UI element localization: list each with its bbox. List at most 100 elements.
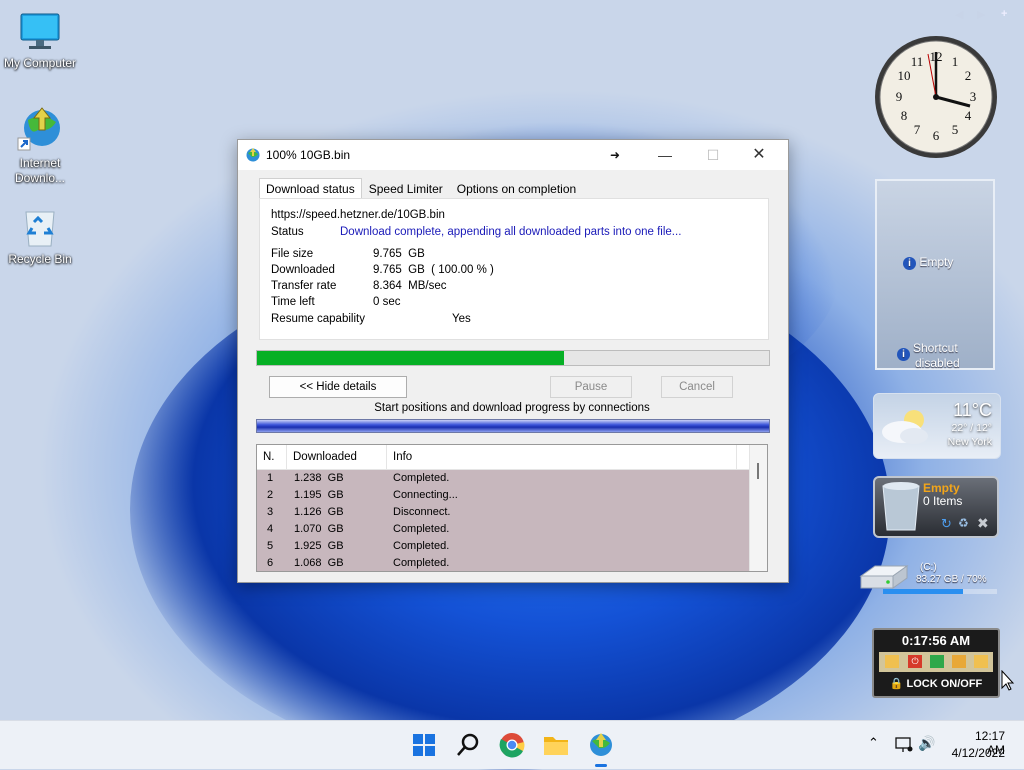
table-row[interactable]: 4 1.070 GB Completed. (257, 521, 749, 538)
column-header-info[interactable]: Info (387, 445, 737, 469)
drive-gadget[interactable]: (C:) 83.27 GB / 70% (857, 558, 1009, 598)
weather-gadget[interactable]: 11°C 22° / 12° New York (873, 393, 1001, 459)
row-downloaded: 1.068 GB (294, 557, 344, 569)
clock-gadget[interactable]: 12 1 2 3 4 5 6 7 8 9 10 11 (873, 34, 999, 160)
shortcut-label: Shortcut (913, 341, 958, 355)
connections-caption: Start positions and download progress by… (374, 402, 650, 414)
status-value: Download complete, appending all downloa… (340, 226, 682, 238)
key-icon[interactable] (952, 655, 966, 668)
weather-range: 22° / 12° (951, 422, 992, 434)
empty-info: i Empty (903, 255, 953, 270)
recycle-icon[interactable]: ♻ (958, 516, 969, 530)
lock-button-strip: ⏻ (879, 652, 993, 672)
drive-usage: 83.27 GB / 70% (916, 574, 987, 585)
recycle-bin-gadget[interactable]: Empty 0 Items ↻ ♻ ✖ (873, 476, 999, 538)
window-icon[interactable] (974, 655, 988, 668)
show-hidden-icons-chevron-icon[interactable]: ⌃ (868, 735, 879, 751)
row-downloaded: 1.925 GB (294, 540, 344, 552)
empty-bin-icon[interactable]: ✖ (977, 515, 989, 532)
folder-icon[interactable] (885, 655, 899, 668)
table-header: N. Downloaded Info (257, 445, 767, 470)
trash-bin-icon (882, 482, 920, 531)
table-row[interactable]: 2 1.195 GB Connecting... (257, 487, 749, 504)
connections-table: N. Downloaded Info 1 1.238 GB Completed. 2 1… (256, 444, 768, 572)
clock-date[interactable]: 4/12/2022 (945, 746, 1005, 760)
scrollbar-thumb[interactable] (757, 463, 759, 479)
search-icon[interactable] (453, 730, 483, 760)
file-explorer-icon[interactable] (541, 730, 571, 760)
power-icon[interactable]: ⏻ (908, 655, 922, 668)
clock-numeral: 4 (965, 108, 972, 123)
add-gadget-icon[interactable]: + (1001, 8, 1007, 20)
slideshow-gadget[interactable]: i Empty i Shortcut disabled (875, 179, 995, 370)
weather-city: New York (947, 436, 992, 448)
clock-numeral: 7 (914, 122, 921, 137)
lock-gadget[interactable]: 0:17:56 AM ⏻ 🔒 LOCK ON/OFF (872, 628, 1000, 698)
maximize-button[interactable]: ☐ (690, 140, 736, 170)
recycle-gadget-items: 0 Items (923, 494, 963, 508)
time-left-value: 0 sec (373, 296, 401, 308)
table-scrollbar[interactable] (749, 445, 767, 571)
row-info: Connecting... (393, 489, 458, 501)
desktop-icon-label: Internet (19, 156, 61, 170)
hide-details-button[interactable]: << Hide details (269, 376, 407, 398)
chrome-icon[interactable] (497, 730, 527, 760)
table-row[interactable]: 5 1.925 GB Completed. (257, 538, 749, 555)
refresh-icon[interactable]: ↻ (941, 516, 952, 532)
settings-icon[interactable] (930, 655, 944, 668)
cloudy-icon (882, 410, 928, 444)
time-left-label: Time left (271, 296, 315, 308)
clock-numeral: 11 (911, 54, 924, 69)
info-icon: i (897, 348, 910, 361)
row-downloaded: 1.195 GB (294, 489, 344, 501)
desktop-icon-label: My Computer (3, 56, 77, 70)
clock-numeral: 9 (896, 89, 903, 104)
desktop-icon-recycle-bin[interactable]: Recycle Bin (0, 206, 80, 267)
downloaded-value: 9.765 GB ( 100.00 % ) (373, 264, 494, 276)
table-row[interactable]: 6 1.068 GB Completed. (257, 555, 749, 571)
table-row[interactable]: 3 1.126 GB Disconnect. (257, 504, 749, 521)
volume-icon[interactable]: 🔊 (918, 735, 935, 752)
lock-toggle[interactable]: 🔒 LOCK ON/OFF (874, 677, 998, 690)
table-row[interactable]: 1 1.238 GB Completed. (257, 470, 749, 487)
row-number: 2 (267, 489, 274, 501)
drive-usage-bar (883, 589, 997, 594)
clock-numeral: 3 (970, 89, 977, 104)
start-windows-icon[interactable] (409, 730, 439, 760)
tab-speed-limiter[interactable]: Speed Limiter (362, 178, 450, 198)
desktop-icon-my-computer[interactable]: My Computer (0, 10, 80, 71)
row-number: 3 (267, 506, 274, 518)
connections-progress-bar (256, 419, 770, 433)
column-header-n[interactable]: N. (257, 445, 287, 469)
row-downloaded: 1.238 GB (294, 472, 344, 484)
lock-time: 0:17:56 AM (901, 633, 971, 648)
clock-numeral: 1 (952, 54, 959, 69)
download-status-panel: https://speed.hetzner.de/10GB.bin Status… (259, 198, 769, 340)
recycle-gadget-title: Empty (923, 481, 960, 495)
drive-usage-fill (883, 589, 963, 594)
column-header-downloaded[interactable]: Downloaded (287, 445, 387, 469)
idm-taskbar-icon[interactable] (586, 730, 616, 760)
next-gadget-icon[interactable]: ▶ (977, 8, 985, 21)
tab-options-on-completion[interactable]: Options on completion (450, 178, 583, 198)
download-progress-fill (257, 351, 565, 365)
idm-app-icon (246, 148, 260, 162)
recycle-bin-icon (18, 206, 62, 250)
tab-download-status[interactable]: Download status (259, 178, 362, 198)
dialog-titlebar[interactable]: 100% 10GB.bin ➜ — ☐ ✕ (238, 140, 788, 170)
close-button[interactable]: ✕ (736, 140, 782, 170)
prev-gadget-icon[interactable]: ◀ (955, 8, 963, 21)
pause-button[interactable]: Pause (550, 376, 632, 398)
minimize-to-tray-arrow-icon[interactable]: ➜ (610, 148, 620, 162)
row-info: Completed. (393, 523, 450, 535)
minimize-button[interactable]: — (642, 140, 688, 170)
status-label: Status (271, 226, 304, 238)
gadget-nav-controls: ◀ ▶ + (955, 8, 1021, 24)
desktop-icon-internet-download-manager[interactable]: Internet Downlo... (0, 106, 80, 186)
info-icon: i (903, 257, 916, 270)
clock-numeral: 10 (898, 68, 911, 83)
cancel-button[interactable]: Cancel (661, 376, 733, 398)
desktop-icon-label: Downlo... (14, 171, 66, 185)
row-info: Completed. (393, 540, 450, 552)
network-icon[interactable] (895, 737, 913, 753)
